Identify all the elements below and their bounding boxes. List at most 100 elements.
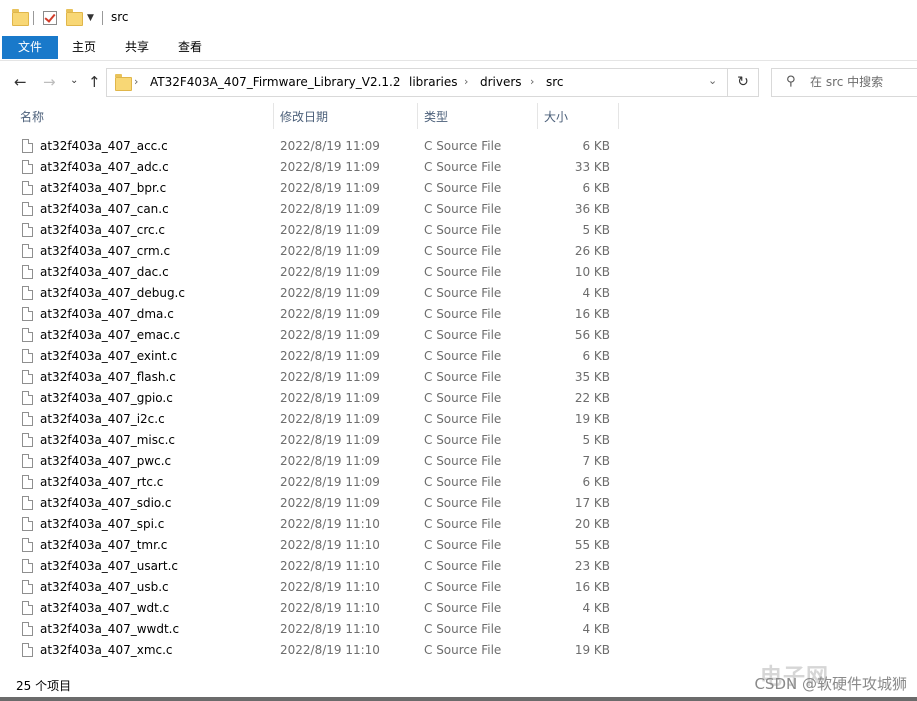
file-date: 2022/8/19 11:10	[280, 559, 380, 573]
properties-check-icon[interactable]	[43, 11, 57, 25]
file-row[interactable]: at32f403a_407_gpio.c 2022/8/19 11:09 C Sou…	[0, 389, 917, 410]
file-name: at32f403a_407_xmc.c	[40, 643, 173, 657]
file-date: 2022/8/19 11:09	[280, 496, 380, 510]
refresh-button[interactable]: ↻	[728, 68, 759, 97]
file-type: C Source File	[424, 643, 502, 657]
file-date: 2022/8/19 11:09	[280, 286, 380, 300]
file-name: at32f403a_407_dma.c	[40, 307, 174, 321]
file-row[interactable]: at32f403a_407_bpr.c 2022/8/19 11:09 C Sour…	[0, 179, 917, 200]
file-row[interactable]: at32f403a_407_can.c 2022/8/19 11:09 C Sour…	[0, 200, 917, 221]
file-date: 2022/8/19 11:09	[280, 391, 380, 405]
file-type: C Source File	[424, 181, 502, 195]
file-name: at32f403a_407_exint.c	[40, 349, 178, 363]
file-row[interactable]: at32f403a_407_emac.c 2022/8/19 11:09 C Sou…	[0, 326, 917, 347]
file-date: 2022/8/19 11:09	[280, 370, 380, 384]
new-folder-icon[interactable]	[66, 9, 83, 26]
file-type: C Source File	[424, 328, 502, 342]
file-row[interactable]: at32f403a_407_wwdt.c 2022/8/19 11:10 C Sou…	[0, 620, 917, 641]
file-row[interactable]: at32f403a_407_usart.c 2022/8/19 11:10 C So…	[0, 557, 917, 578]
file-row[interactable]: at32f403a_407_crc.c 2022/8/19 11:09 C Sour…	[0, 221, 917, 242]
column-header-name[interactable]: 名称	[14, 101, 272, 131]
c-file-icon	[22, 328, 33, 342]
search-box[interactable]: ⚲	[771, 68, 917, 97]
file-size: 4 KB	[582, 601, 610, 615]
file-date: 2022/8/19 11:09	[280, 244, 380, 258]
file-date: 2022/8/19 11:09	[280, 139, 380, 153]
file-row[interactable]: at32f403a_407_crm.c 2022/8/19 11:09 C Sour…	[0, 242, 917, 263]
file-row[interactable]: at32f403a_407_acc.c 2022/8/19 11:09 C Sour…	[0, 137, 917, 158]
file-date: 2022/8/19 11:09	[280, 307, 380, 321]
column-divider[interactable]	[618, 103, 619, 129]
address-history-chevron-icon[interactable]: ⌄	[708, 74, 717, 87]
file-name: at32f403a_407_misc.c	[40, 433, 175, 447]
file-size: 5 KB	[582, 433, 610, 447]
file-row[interactable]: at32f403a_407_rtc.c 2022/8/19 11:09 C Sour…	[0, 473, 917, 494]
column-header-type[interactable]: 类型	[418, 101, 536, 131]
file-row[interactable]: at32f403a_407_tmr.c 2022/8/19 11:10 C Sour…	[0, 536, 917, 557]
file-name: at32f403a_407_tmr.c	[40, 538, 168, 552]
file-date: 2022/8/19 11:09	[280, 454, 380, 468]
file-date: 2022/8/19 11:09	[280, 475, 380, 489]
location-folder-icon	[115, 74, 132, 91]
address-path-box[interactable]: › AT32F403A_407_Firmware_Library_V2.1.2 …	[106, 68, 728, 97]
c-file-icon	[22, 307, 33, 321]
file-type: C Source File	[424, 517, 502, 531]
file-date: 2022/8/19 11:10	[280, 622, 380, 636]
c-file-icon	[22, 517, 33, 531]
file-size: 35 KB	[574, 370, 610, 384]
file-size: 10 KB	[574, 265, 610, 279]
file-type: C Source File	[424, 454, 502, 468]
breadcrumb-separator-icon[interactable]: ›	[134, 75, 138, 88]
file-row[interactable]: at32f403a_407_adc.c 2022/8/19 11:09 C Sour…	[0, 158, 917, 179]
forward-arrow-icon[interactable]: →	[43, 73, 56, 91]
breadcrumb-src[interactable]: src	[546, 75, 564, 89]
c-file-icon	[22, 601, 33, 615]
column-header-date[interactable]: 修改日期	[274, 101, 416, 131]
tab-home[interactable]: 主页	[61, 36, 107, 59]
breadcrumb-separator-icon[interactable]: ›	[394, 75, 398, 88]
file-row[interactable]: at32f403a_407_flash.c 2022/8/19 11:09 C So…	[0, 368, 917, 389]
file-type: C Source File	[424, 475, 502, 489]
title-bar: ▼ src	[0, 0, 917, 36]
c-file-icon	[22, 349, 33, 363]
back-arrow-icon[interactable]: ←	[14, 73, 27, 91]
search-input[interactable]	[810, 73, 915, 91]
tab-view[interactable]: 查看	[167, 36, 213, 59]
breadcrumb-separator-icon[interactable]: ›	[530, 75, 534, 88]
file-type: C Source File	[424, 496, 502, 510]
file-row[interactable]: at32f403a_407_misc.c 2022/8/19 11:09 C Sou…	[0, 431, 917, 452]
file-row[interactable]: at32f403a_407_wdt.c 2022/8/19 11:10 C Sour…	[0, 599, 917, 620]
tab-file[interactable]: 文件	[2, 36, 58, 59]
c-file-icon	[22, 475, 33, 489]
file-row[interactable]: at32f403a_407_debug.c 2022/8/19 11:09 C So…	[0, 284, 917, 305]
file-row[interactable]: at32f403a_407_dma.c 2022/8/19 11:09 C Sour…	[0, 305, 917, 326]
file-row[interactable]: at32f403a_407_sdio.c 2022/8/19 11:09 C Sou…	[0, 494, 917, 515]
file-row[interactable]: at32f403a_407_dac.c 2022/8/19 11:09 C Sour…	[0, 263, 917, 284]
file-name: at32f403a_407_emac.c	[40, 328, 181, 342]
breadcrumb-libraries[interactable]: libraries	[409, 75, 457, 89]
breadcrumb-drivers[interactable]: drivers	[480, 75, 522, 89]
c-file-icon	[22, 559, 33, 573]
file-name: at32f403a_407_i2c.c	[40, 412, 165, 426]
file-name: at32f403a_407_debug.c	[40, 286, 185, 300]
file-type: C Source File	[424, 391, 502, 405]
file-size: 19 KB	[574, 412, 610, 426]
breadcrumb-separator-icon[interactable]: ›	[464, 75, 468, 88]
file-row[interactable]: at32f403a_407_pwc.c 2022/8/19 11:09 C Sour…	[0, 452, 917, 473]
up-arrow-icon[interactable]: ↑	[88, 73, 101, 91]
recent-locations-chevron-icon[interactable]: ⌄	[70, 75, 78, 86]
file-type: C Source File	[424, 160, 502, 174]
file-row[interactable]: at32f403a_407_usb.c 2022/8/19 11:10 C Sour…	[0, 578, 917, 599]
file-date: 2022/8/19 11:09	[280, 181, 380, 195]
file-row[interactable]: at32f403a_407_i2c.c 2022/8/19 11:09 C Sour…	[0, 410, 917, 431]
tab-share[interactable]: 共享	[114, 36, 160, 59]
customize-quick-access-icon[interactable]: ▼	[87, 13, 94, 23]
file-row[interactable]: at32f403a_407_exint.c 2022/8/19 11:09 C So…	[0, 347, 917, 368]
column-header-size[interactable]: 大小	[538, 101, 618, 131]
breadcrumb-library[interactable]: AT32F403A_407_Firmware_Library_V2.1.2	[150, 75, 401, 89]
file-size: 55 KB	[574, 538, 610, 552]
file-name: at32f403a_407_adc.c	[40, 160, 169, 174]
file-row[interactable]: at32f403a_407_spi.c 2022/8/19 11:10 C Sour…	[0, 515, 917, 536]
file-size: 36 KB	[574, 202, 610, 216]
file-name: at32f403a_407_rtc.c	[40, 475, 164, 489]
